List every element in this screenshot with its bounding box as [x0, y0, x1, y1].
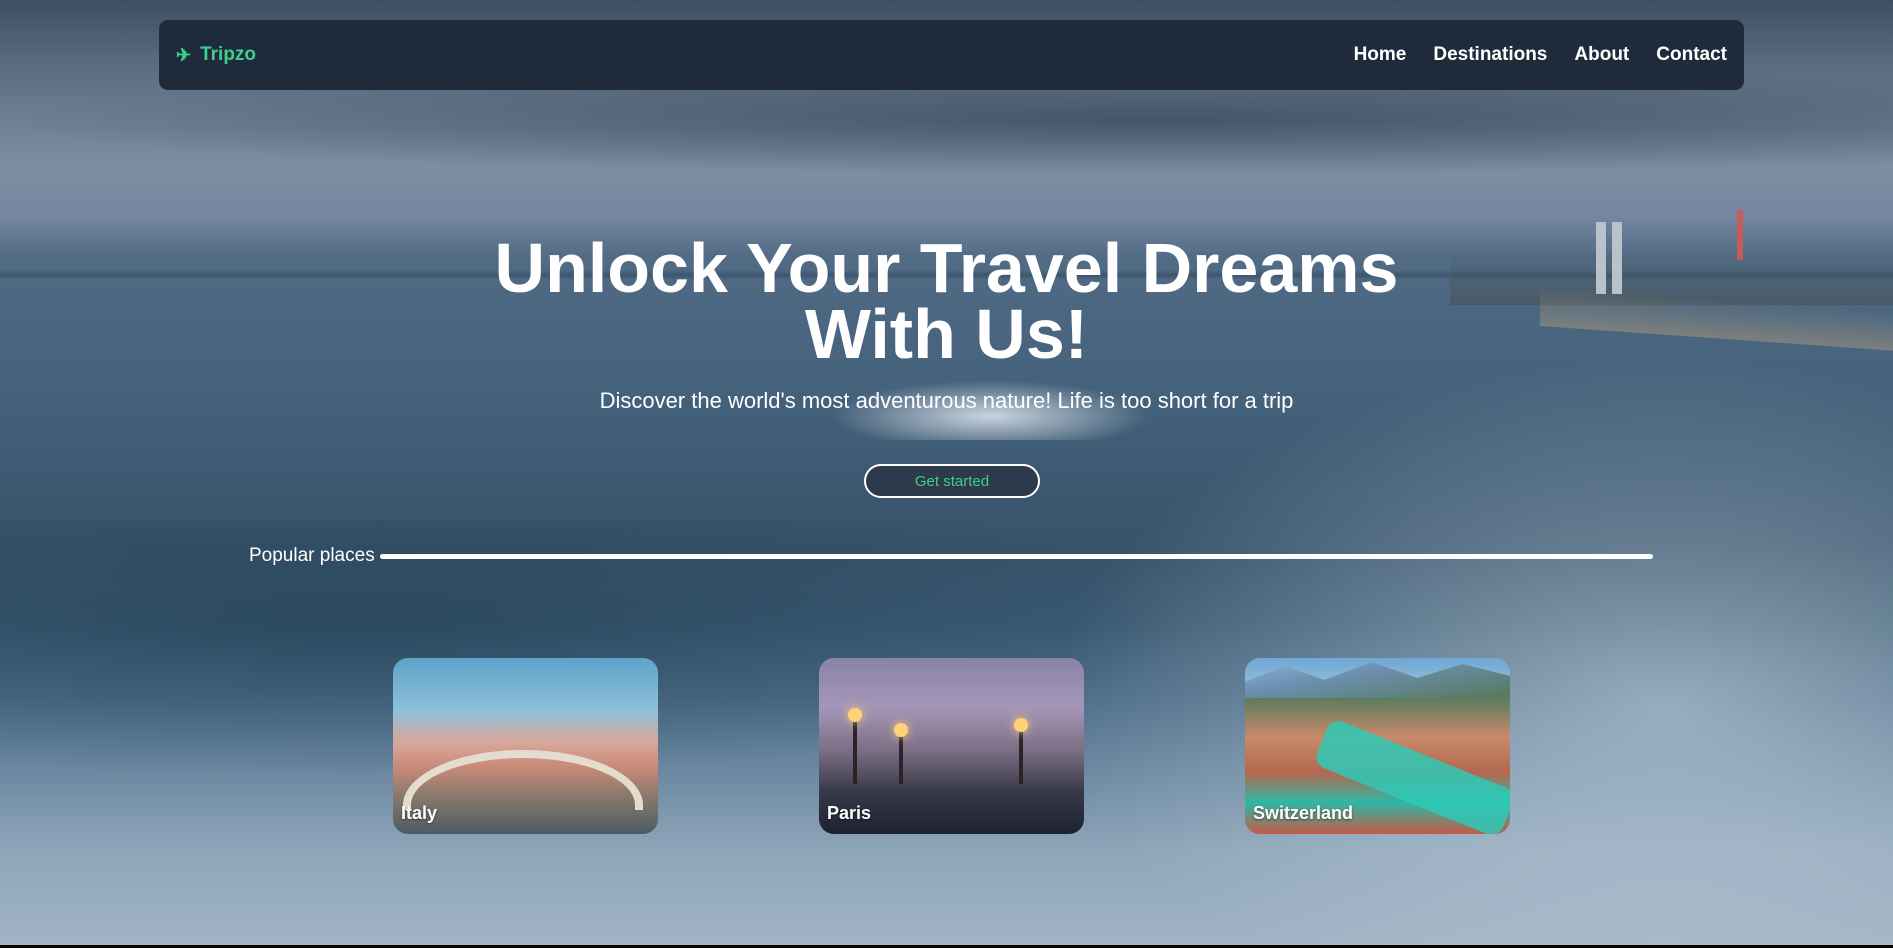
nav-link-home[interactable]: Home: [1354, 44, 1407, 66]
airplane-icon: ✈: [176, 44, 192, 65]
place-card-switzerland[interactable]: Switzerland: [1245, 658, 1510, 834]
place-card-paris[interactable]: Paris: [819, 658, 1084, 834]
place-card-label: Paris: [827, 803, 872, 823]
brand-name: Tripzo: [200, 44, 257, 65]
nav-link-destinations[interactable]: Destinations: [1433, 44, 1547, 66]
smokestack: [1596, 222, 1606, 294]
mountains-image: [1245, 662, 1510, 698]
section-divider: [379, 553, 1653, 559]
street-lamp: [1014, 718, 1028, 784]
street-lamp: [894, 723, 908, 784]
bridge-image: [403, 750, 643, 810]
place-card-label: Italy: [401, 803, 438, 823]
nav-links: Home Destinations About Contact: [1354, 44, 1727, 66]
nav-link-contact[interactable]: Contact: [1656, 44, 1727, 66]
section-title: Popular places: [249, 545, 375, 566]
hero-subtitle: Discover the world's most adventurous na…: [599, 388, 1294, 413]
smokestack: [1737, 210, 1743, 260]
street-lamp: [848, 708, 862, 784]
brand-logo[interactable]: ✈ Tripzo: [176, 44, 256, 66]
popular-places-header: Popular places: [249, 544, 1653, 568]
navbar: ✈ Tripzo Home Destinations About Contact: [159, 20, 1744, 90]
headline-line-2: With Us!: [804, 295, 1089, 373]
hero-headline: Unlock Your Travel Dreams With Us!: [400, 233, 1493, 369]
nav-link-about[interactable]: About: [1574, 44, 1629, 66]
smokestack: [1612, 222, 1622, 294]
get-started-button[interactable]: Get started: [864, 464, 1040, 498]
place-card-italy[interactable]: Italy: [393, 658, 658, 834]
place-card-label: Switzerland: [1253, 803, 1354, 823]
